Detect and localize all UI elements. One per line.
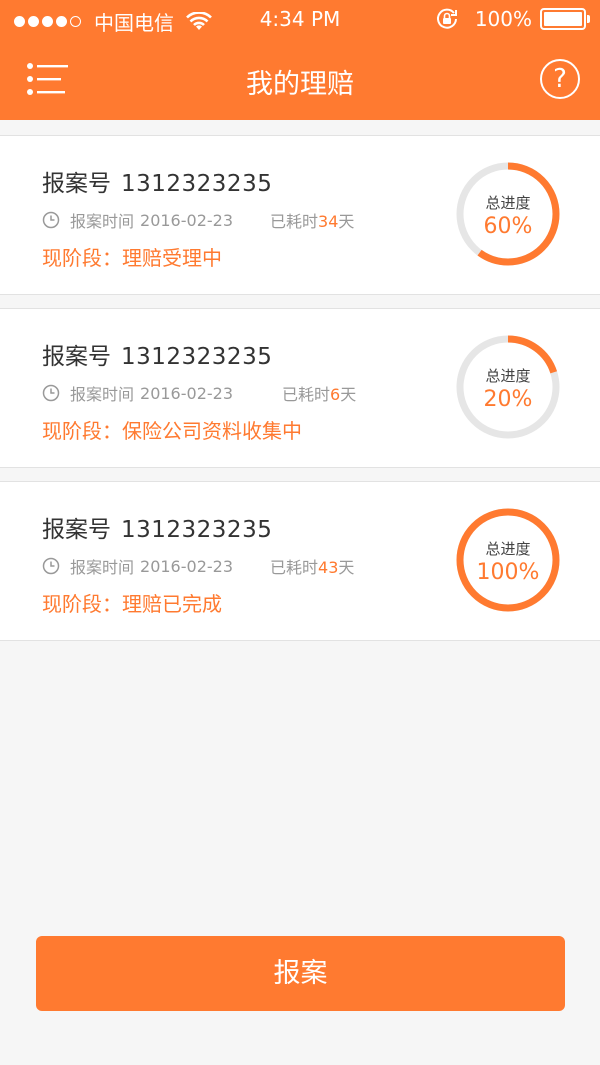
claim-list: 报案号 1312323235 报案时间 2016-02-23 已耗时34天 现阶段… bbox=[0, 135, 600, 654]
status-bar: 中国电信 4:34 PM 100% bbox=[0, 0, 600, 40]
progress-label: 总进度 bbox=[485, 540, 531, 558]
progress-value: 60% bbox=[483, 214, 533, 239]
report-time-label: 报案时间 bbox=[70, 385, 135, 404]
elapsed-days: 43 bbox=[318, 558, 339, 577]
elapsed-days: 34 bbox=[318, 212, 339, 231]
nav-bar: 我的理赔 ? bbox=[0, 40, 600, 120]
status-right: 100% bbox=[435, 7, 590, 31]
battery-icon bbox=[540, 8, 590, 30]
progress-value: 20% bbox=[483, 387, 533, 412]
progress-value: 100% bbox=[476, 560, 540, 585]
claim-number-value: 1312323235 bbox=[121, 344, 273, 370]
report-date: 2016-02-23 bbox=[140, 210, 233, 230]
battery-percent: 100% bbox=[474, 7, 532, 31]
claim-meta: 报案时间 2016-02-23 已耗时43天 bbox=[42, 554, 354, 578]
clock-icon bbox=[42, 211, 60, 229]
clock-icon bbox=[42, 384, 60, 402]
app-header: 中国电信 4:34 PM 100% 我的理赔 ? bbox=[0, 0, 600, 120]
report-time-label: 报案时间 bbox=[70, 558, 135, 577]
claim-stage: 现阶段：理赔受理中 bbox=[42, 246, 222, 270]
elapsed-time: 已耗时6天 bbox=[282, 385, 357, 404]
clock-icon bbox=[42, 557, 60, 575]
rotation-lock-icon bbox=[436, 8, 457, 29]
elapsed-time: 已耗时34天 bbox=[270, 212, 355, 231]
report-claim-button[interactable]: 报案 bbox=[36, 936, 565, 1011]
claim-number-value: 1312323235 bbox=[121, 517, 273, 543]
claim-number: 报案号 1312323235 bbox=[42, 510, 272, 544]
elapsed-time: 已耗时43天 bbox=[270, 558, 355, 577]
progress-label: 总进度 bbox=[485, 194, 531, 212]
report-date: 2016-02-23 bbox=[140, 383, 233, 403]
help-circle-icon: ? bbox=[553, 64, 567, 94]
claim-meta: 报案时间 2016-02-23 已耗时6天 bbox=[42, 381, 356, 405]
claim-card[interactable]: 报案号 1312323235 报案时间 2016-02-23 已耗时34天 现阶段… bbox=[0, 135, 600, 295]
elapsed-days: 6 bbox=[330, 385, 341, 404]
claim-card[interactable]: 报案号 1312323235 报案时间 2016-02-23 已耗时6天 现阶段：… bbox=[0, 308, 600, 468]
report-time-label: 报案时间 bbox=[70, 212, 135, 231]
claim-number-label: 报案号 bbox=[42, 344, 111, 370]
claim-meta: 报案时间 2016-02-23 已耗时34天 bbox=[42, 208, 354, 232]
progress-label: 总进度 bbox=[485, 367, 531, 385]
help-button[interactable]: ? bbox=[540, 59, 580, 99]
report-date: 2016-02-23 bbox=[140, 556, 233, 576]
claim-stage: 现阶段：理赔已完成 bbox=[42, 592, 222, 616]
claim-number: 报案号 1312323235 bbox=[42, 164, 272, 198]
page-title: 我的理赔 bbox=[246, 69, 354, 100]
claim-number-label: 报案号 bbox=[42, 517, 111, 543]
claim-number-value: 1312323235 bbox=[121, 171, 273, 197]
claim-number: 报案号 1312323235 bbox=[42, 337, 272, 371]
claim-stage: 现阶段：保险公司资料收集中 bbox=[42, 419, 302, 443]
claim-number-label: 报案号 bbox=[42, 171, 111, 197]
claim-card[interactable]: 报案号 1312323235 报案时间 2016-02-23 已耗时43天 现阶段… bbox=[0, 481, 600, 641]
